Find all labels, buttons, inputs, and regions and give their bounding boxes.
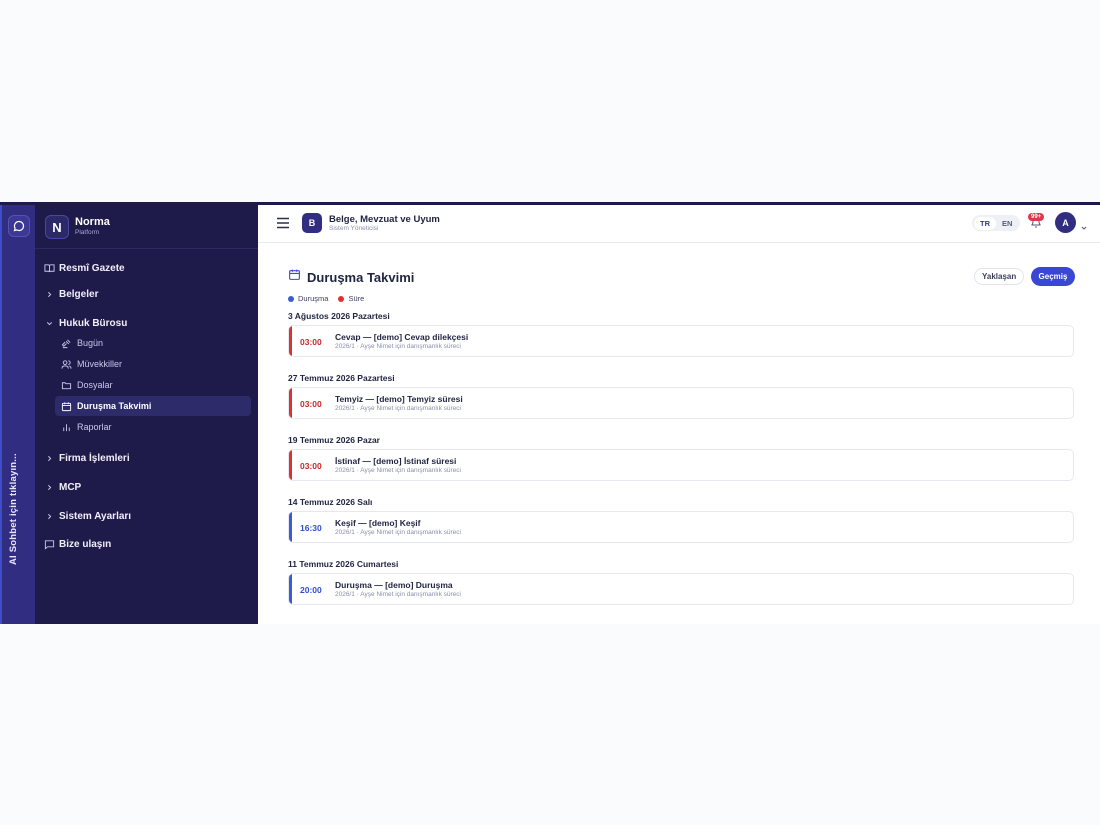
day-heading: 19 Temmuz 2026 Pazar [288,435,380,445]
legend-dot-deadline [338,295,345,302]
legend-dot-hearing [288,295,294,302]
event-title: Duruşma — [demo] Duruşma [335,580,453,590]
sidebar-subitem-bugun[interactable]: Bugün [55,333,251,353]
chevron-right-icon [43,288,55,300]
event-color-bar [289,388,292,418]
sidebar-item-label: Firma İşlemleri [59,452,130,464]
ai-chat-label[interactable]: AI Sohbet için tıklayın... [8,453,19,565]
day-heading: 3 Ağustos 2026 Pazartesi [288,311,390,321]
event-time: 20:00 [300,585,322,595]
lang-en-button[interactable]: EN [996,217,1018,230]
lang-tr-button[interactable]: TR [974,216,996,230]
page-title: Duruşma Takvimi [307,269,415,285]
sidebar-item-label: Belgeler [59,288,99,300]
event-title: İstinaf — [demo] İstinaf süresi [335,456,457,466]
language-switch[interactable]: TR EN [972,215,1021,231]
sidebar-item-label: MCP [59,481,82,493]
message-icon [43,538,55,550]
event-card[interactable]: 03:00 Cevap — [demo] Cevap dilekçesi 202… [288,325,1074,357]
chevron-right-icon [43,452,55,464]
sidebar-item-firma-islemleri[interactable]: Firma İşlemleri [43,452,130,464]
sidebar-subitem-raporlar[interactable]: Raporlar [55,417,251,437]
past-button[interactable]: Geçmiş [1031,267,1075,286]
legend: Duruşma Süre [288,294,364,303]
book-icon [43,262,55,274]
sidebar-subitem-durusma-takvimi[interactable]: Duruşma Takvimi [55,396,251,416]
event-card[interactable]: 03:00 Temyiz — [demo] Temyiz süresi 2026… [288,387,1074,419]
user-role: Sistem Yöneticisi [329,225,379,232]
avatar[interactable]: A [1055,212,1076,233]
event-title: Keşif — [demo] Keşif [335,518,421,528]
calendar-icon [60,400,72,412]
sidebar-item-label: Bize ulaşın [59,538,112,550]
sidebar-subitem-label: Bugün [77,338,104,348]
ai-chat-rail[interactable]: AI Sohbet için tıklayın... [0,205,35,624]
day-heading: 27 Temmuz 2026 Pazartesi [288,373,395,383]
users-icon [60,358,72,370]
sidebar-item-mcp[interactable]: MCP [43,481,81,493]
event-card[interactable]: 03:00 İstinaf — [demo] İstinaf süresi 20… [288,449,1074,481]
sidebar-item-sistem-ayarlari[interactable]: Sistem Ayarları [43,510,131,522]
event-time: 16:30 [300,523,322,533]
page-heading: Duruşma Takvimi [288,268,414,286]
sidebar-item-label: Sistem Ayarları [59,510,132,522]
sidebar-item-bize-ulasin[interactable]: Bize ulaşın [43,538,111,550]
event-color-bar [289,450,292,480]
brand-subtitle: Platform [75,229,100,237]
chevron-down-icon[interactable] [1080,219,1088,237]
sidebar-item-label: Hukuk Bürosu [59,317,128,329]
event-time: 03:00 [300,337,322,347]
sidebar-item-belgeler[interactable]: Belgeler [43,288,98,300]
hamburger-menu-icon[interactable] [276,216,290,234]
workspace-title: Belge, Mevzuat ve Uyum [329,214,440,225]
event-meta: 2026/1 · Ayşe Nimet için danışmanlık sür… [335,529,461,536]
sidebar-subitem-dosyalar[interactable]: Dosyalar [55,375,251,395]
sidebar: N Norma Platform Resmî Gazete Belgeler H… [35,205,258,624]
event-color-bar [289,512,292,542]
event-color-bar [289,574,292,604]
folder-icon [60,379,72,391]
event-title: Cevap — [demo] Cevap dilekçesi [335,332,469,342]
event-color-bar [289,326,292,356]
top-header: B Belge, Mevzuat ve Uyum Sistem Yönetici… [258,205,1100,243]
gavel-icon [60,337,72,349]
notification-badge: 99+ [1028,213,1045,221]
brand[interactable]: N Norma Platform [45,215,110,239]
day-heading: 14 Temmuz 2026 Salı [288,497,373,507]
app-window: AI Sohbet için tıklayın... N Norma Platf… [0,202,1100,624]
chat-icon[interactable] [8,215,30,237]
sidebar-subitem-label: Müvekkiller [77,359,123,369]
brand-logo: N [45,215,69,239]
sidebar-item-label: Resmî Gazete [59,262,125,274]
event-time: 03:00 [300,399,322,409]
chevron-right-icon [43,481,55,493]
sidebar-subitem-muvekkiller[interactable]: Müvekkiller [55,354,251,374]
chevron-down-icon [43,317,55,329]
event-meta: 2026/1 · Ayşe Nimet için danışmanlık sür… [335,405,461,412]
event-meta: 2026/1 · Ayşe Nimet için danışmanlık sür… [335,467,461,474]
brand-name: Norma [75,216,110,229]
workspace-logo: B [302,213,322,233]
legend-label-deadline: Süre [348,294,365,303]
sidebar-subitem-label: Duruşma Takvimi [77,401,152,411]
sidebar-subitem-label: Raporlar [77,422,112,432]
sidebar-item-hukuk-burosu[interactable]: Hukuk Bürosu [43,317,127,329]
event-meta: 2026/1 · Ayşe Nimet için danışmanlık sür… [335,591,461,598]
brand-divider [35,248,258,249]
day-heading: 11 Temmuz 2026 Cumartesi [288,559,399,569]
sidebar-item-resmi-gazete[interactable]: Resmî Gazete [43,262,125,274]
chevron-right-icon [43,510,55,522]
event-meta: 2026/1 · Ayşe Nimet için danışmanlık sür… [335,343,461,350]
event-title: Temyiz — [demo] Temyiz süresi [335,394,463,404]
sidebar-subitem-label: Dosyalar [77,380,113,390]
event-time: 03:00 [300,461,322,471]
event-card[interactable]: 16:30 Keşif — [demo] Keşif 2026/1 · Ayşe… [288,511,1074,543]
bar-chart-icon [60,421,72,433]
upcoming-button[interactable]: Yaklaşan [974,268,1025,285]
calendar-icon [288,268,301,286]
legend-label-hearing: Duruşma [298,294,329,303]
event-card[interactable]: 20:00 Duruşma — [demo] Duruşma 2026/1 · … [288,573,1074,605]
